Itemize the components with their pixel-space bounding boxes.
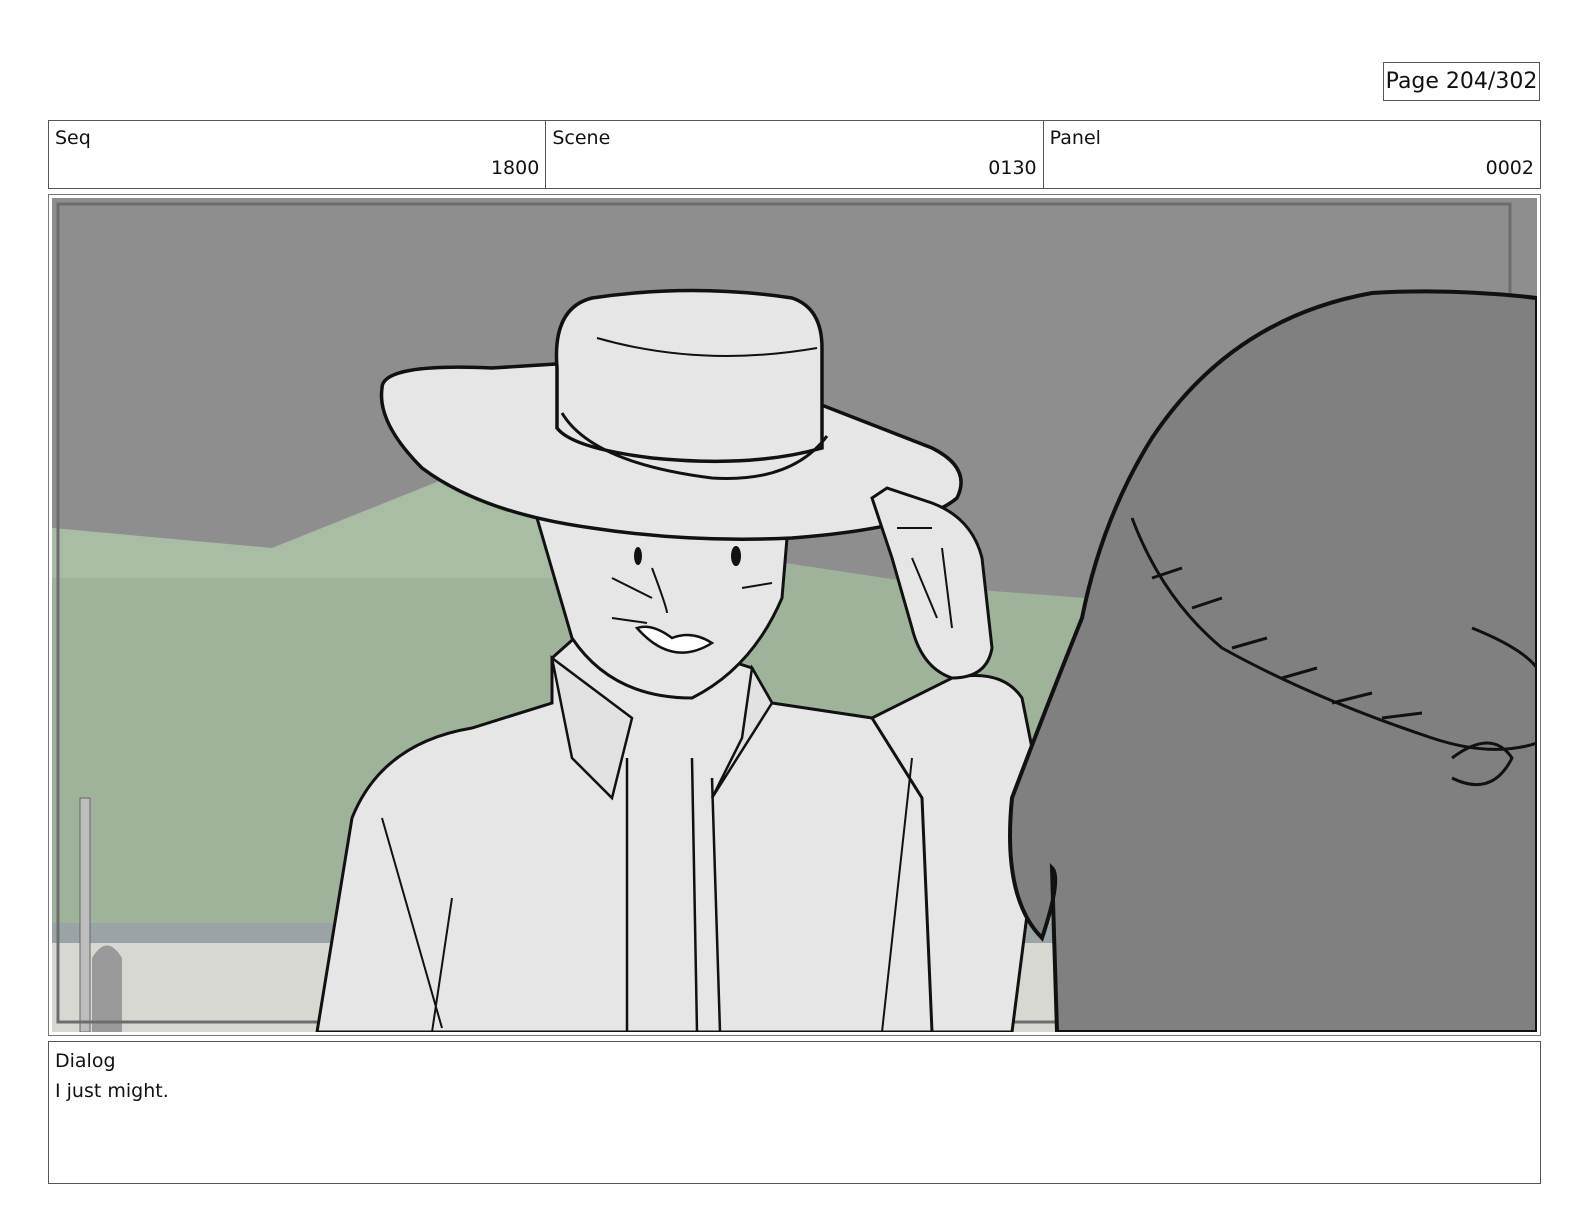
- panel-cell: Panel 0002: [1044, 121, 1540, 188]
- dialog-label: Dialog: [55, 1050, 116, 1072]
- scene-value: 0130: [988, 157, 1037, 179]
- seq-value: 1800: [490, 157, 540, 179]
- seq-label: Seq: [55, 127, 91, 149]
- small-structure: [92, 945, 122, 1032]
- seq-cell: Seq 1800: [49, 121, 547, 188]
- storyboard-header: Seq 1800 Scene 0130 Panel 0002: [48, 120, 1541, 189]
- panel-value: 0002: [1485, 157, 1534, 179]
- dialog-box: Dialog I just might.: [48, 1041, 1541, 1184]
- hat-crown: [554, 288, 824, 464]
- storyboard-panel: [48, 194, 1541, 1036]
- page-number: Page 204/302: [1383, 62, 1540, 101]
- scene-cell: Scene 0130: [546, 121, 1044, 188]
- fence-post: [79, 797, 91, 1032]
- dialog-text: I just might.: [55, 1080, 169, 1102]
- panel-drawing: [52, 198, 1537, 1032]
- panel-label: Panel: [1049, 127, 1101, 149]
- scene-label: Scene: [552, 127, 611, 149]
